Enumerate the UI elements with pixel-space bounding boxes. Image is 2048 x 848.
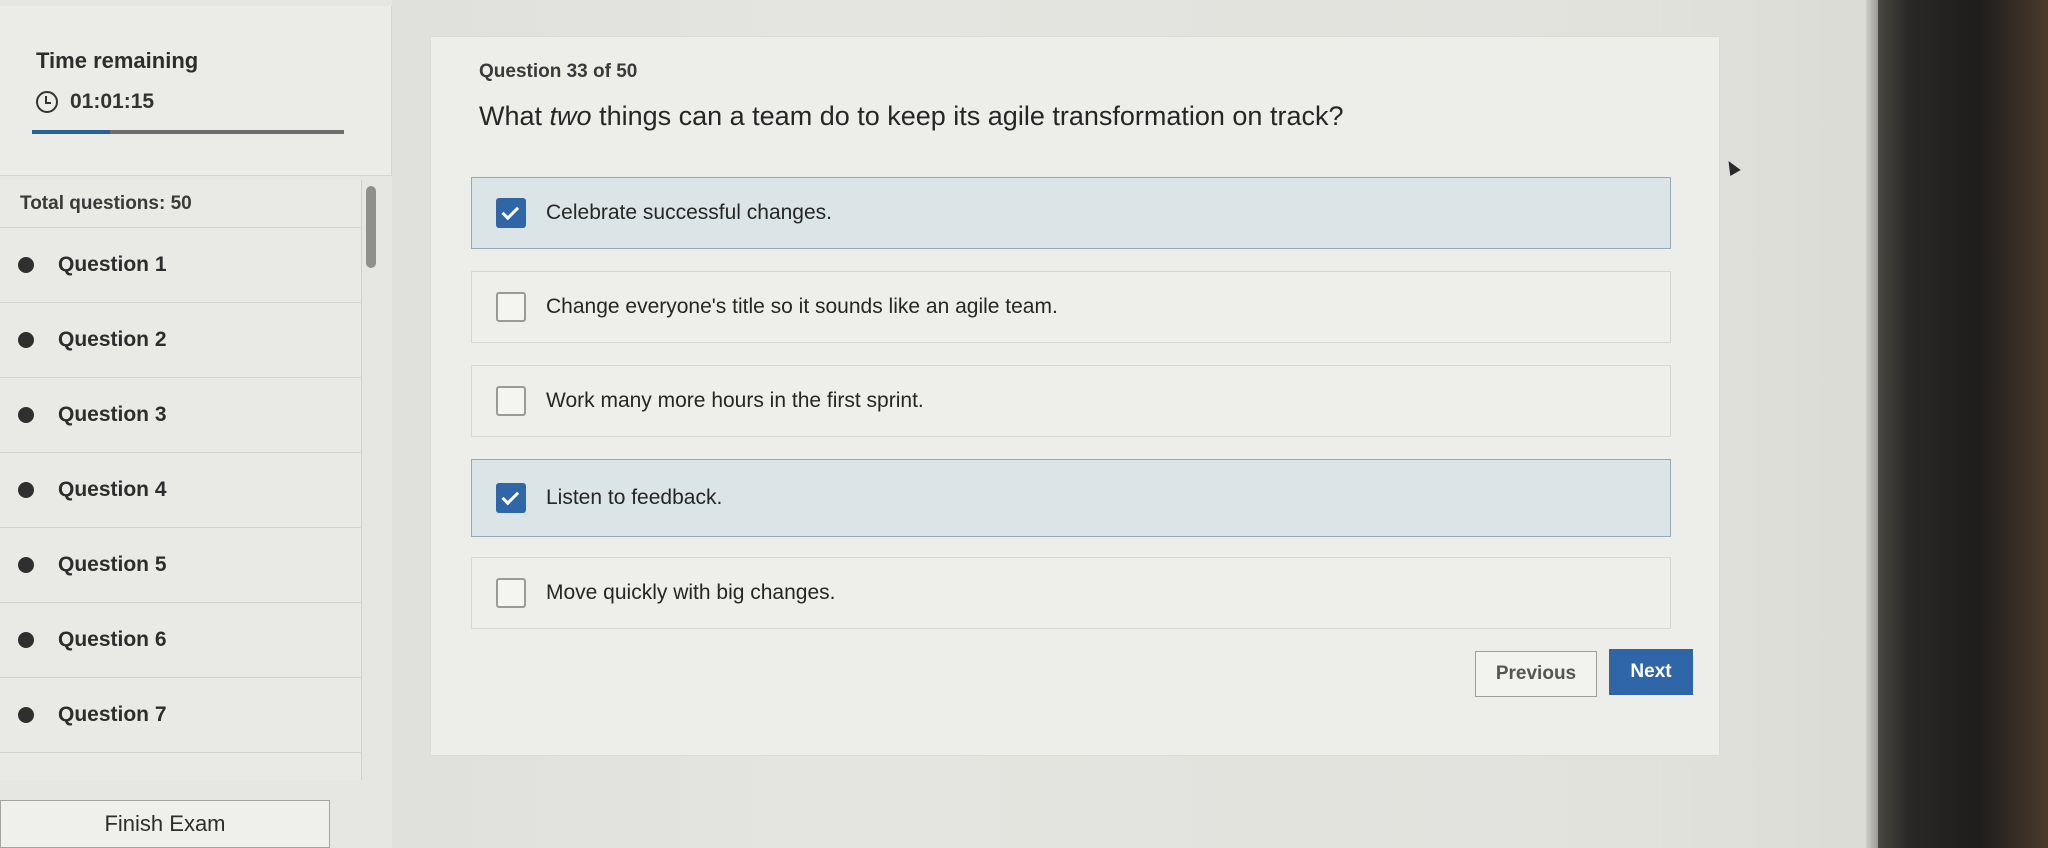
question-list-item[interactable]: Question 3 <box>0 378 361 453</box>
question-text-part: things can a team do to keep its agile t… <box>591 101 1344 131</box>
timer-panel: Time remaining 01:01:15 <box>0 6 392 176</box>
next-button[interactable]: Next <box>1609 649 1693 695</box>
timer-progress-fill <box>32 130 110 134</box>
mouse-cursor-icon <box>1723 157 1741 177</box>
question-text: What two things can a team do to keep it… <box>479 101 1343 132</box>
total-questions: Total questions: 50 <box>0 180 361 228</box>
question-list-item[interactable]: Question 2 <box>0 303 361 378</box>
answered-dot-icon <box>18 557 34 573</box>
question-list-item-label: Question 1 <box>58 253 167 276</box>
question-number: Question 33 of 50 <box>479 61 638 82</box>
question-card: Question 33 of 50 What two things can a … <box>430 36 1720 756</box>
question-list-item-label: Question 5 <box>58 553 167 576</box>
answer-option-label: Celebrate successful changes. <box>546 201 832 224</box>
timer-progress-bar <box>32 130 344 134</box>
answer-option[interactable]: Work many more hours in the first sprint… <box>471 365 1671 437</box>
checkmark-icon <box>501 202 520 220</box>
previous-button[interactable]: Previous <box>1475 651 1597 697</box>
answered-dot-icon <box>18 407 34 423</box>
answer-option-label: Work many more hours in the first sprint… <box>546 389 924 412</box>
answer-option-label: Move quickly with big changes. <box>546 581 836 604</box>
question-list-item[interactable]: Question 4 <box>0 453 361 528</box>
answer-option[interactable]: Change everyone's title so it sounds lik… <box>471 271 1671 343</box>
answer-option[interactable]: Listen to feedback. <box>471 459 1671 537</box>
question-list-item[interactable]: Question 6 <box>0 603 361 678</box>
timer-value: 01:01:15 <box>70 90 155 113</box>
question-list-item-label: Question 7 <box>58 703 167 726</box>
question-list-item-label: Question 3 <box>58 403 167 426</box>
checkbox[interactable] <box>496 292 526 322</box>
answer-option-label: Change everyone's title so it sounds lik… <box>546 295 1058 318</box>
answered-dot-icon <box>18 707 34 723</box>
answer-option[interactable]: Celebrate successful changes. <box>471 177 1671 249</box>
finish-exam-button[interactable]: Finish Exam <box>0 800 330 848</box>
question-list-item-label: Question 4 <box>58 478 167 501</box>
checkmark-icon <box>501 487 520 505</box>
question-text-emphasis: two <box>549 101 592 131</box>
checkbox[interactable] <box>496 578 526 608</box>
question-list-item[interactable]: Question 1 <box>0 228 361 303</box>
answered-dot-icon <box>18 257 34 273</box>
clock-icon <box>36 91 58 113</box>
question-text-part: What <box>479 101 550 131</box>
checkbox[interactable] <box>496 483 526 513</box>
answered-dot-icon <box>18 632 34 648</box>
answered-dot-icon <box>18 482 34 498</box>
question-list-item-label: Question 2 <box>58 328 167 351</box>
timer-label: Time remaining <box>36 48 199 73</box>
question-list-item-label: Question 6 <box>58 628 167 651</box>
question-list: Total questions: 50 Question 1 Question … <box>0 180 362 780</box>
sidebar: Time remaining 01:01:15 Total questions:… <box>0 0 392 848</box>
screen-edge <box>1866 0 1878 848</box>
answer-option-label: Listen to feedback. <box>546 486 723 509</box>
checkbox[interactable] <box>496 198 526 228</box>
answered-dot-icon <box>18 332 34 348</box>
answer-option[interactable]: Move quickly with big changes. <box>471 557 1671 629</box>
laptop-bezel <box>1878 0 2048 848</box>
question-list-item[interactable]: Question 7 <box>0 678 361 753</box>
question-list-item[interactable]: Question 5 <box>0 528 361 603</box>
question-list-scrollbar[interactable] <box>366 186 376 268</box>
checkbox[interactable] <box>496 386 526 416</box>
timer-readout: 01:01:15 <box>36 90 154 114</box>
